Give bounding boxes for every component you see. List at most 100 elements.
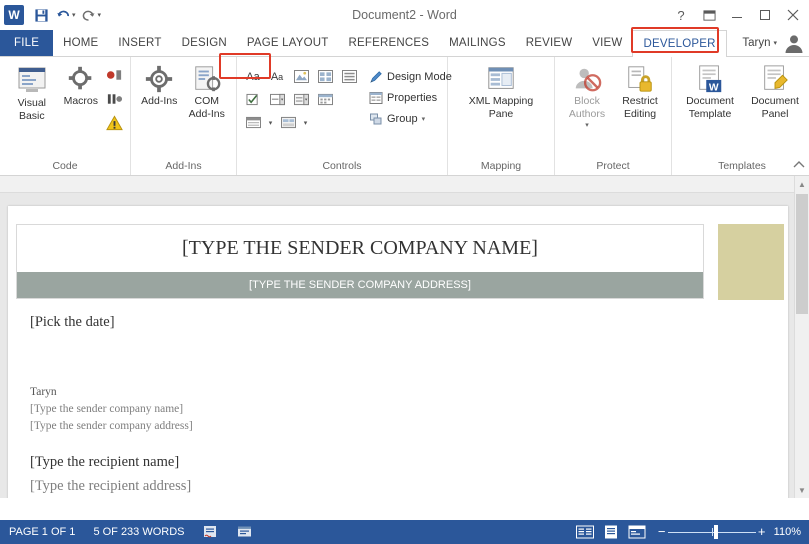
tab-mailings[interactable]: MAILINGS <box>439 30 516 56</box>
group-caret[interactable]: ▾ <box>422 115 426 123</box>
group-label-code: Code <box>52 160 78 172</box>
recipient-address-field[interactable]: [Type the recipient address] <box>30 478 191 495</box>
scroll-thumb[interactable] <box>796 194 808 314</box>
block-authors-button[interactable]: Block Authors ▾ <box>560 62 614 131</box>
combo-box-content-control[interactable] <box>266 89 288 110</box>
sender-address-block[interactable]: Taryn [Type the sender company name] [Ty… <box>30 384 193 435</box>
print-layout-button[interactable] <box>598 520 624 544</box>
rich-text-content-control[interactable]: Aa <box>242 66 264 87</box>
zoom-out-button[interactable]: − <box>656 520 668 544</box>
zoom-level-label[interactable]: 110% <box>774 526 809 538</box>
repeating-section-control[interactable] <box>338 66 360 87</box>
tab-insert[interactable]: INSERT <box>108 30 171 56</box>
group-label-templates: Templates <box>718 160 766 172</box>
plain-text-content-control[interactable]: Aa <box>266 66 288 87</box>
tab-file[interactable]: FILE <box>0 30 54 56</box>
ribbon-display-options-button[interactable] <box>695 2 723 28</box>
word-count-indicator[interactable]: 5 OF 233 WORDS <box>84 520 193 544</box>
document-page[interactable]: [TYPE THE SENDER COMPANY NAME] [TYPE THE… <box>8 206 788 498</box>
add-ins-button[interactable]: Add-Ins <box>136 62 183 107</box>
letterhead-block[interactable]: [TYPE THE SENDER COMPANY NAME] [TYPE THE… <box>16 224 704 299</box>
tab-review[interactable]: REVIEW <box>516 30 583 56</box>
legacy-forms-caret[interactable]: ▾ <box>301 112 310 133</box>
web-layout-icon <box>628 525 646 539</box>
restore-button[interactable] <box>751 2 779 28</box>
block-authors-caret[interactable]: ▾ <box>585 120 589 131</box>
scroll-down-arrow[interactable]: ▼ <box>795 482 809 498</box>
zoom-slider[interactable]: − + <box>656 520 768 544</box>
tab-references[interactable]: REFERENCES <box>339 30 440 56</box>
language-icon <box>237 526 251 537</box>
recipient-name-field[interactable]: [Type the recipient name] <box>30 454 179 471</box>
visual-basic-button[interactable]: Visual Basic <box>5 62 59 122</box>
proofing-errors-button[interactable] <box>194 520 228 544</box>
avatar[interactable] <box>783 32 805 54</box>
record-macro-button[interactable] <box>103 64 125 85</box>
scroll-up-arrow[interactable]: ▲ <box>795 176 809 192</box>
logo-placeholder[interactable] <box>718 224 784 300</box>
vertical-scrollbar[interactable]: ▲ ▼ <box>794 176 809 498</box>
web-layout-button[interactable] <box>624 520 650 544</box>
date-picker-content-control[interactable] <box>314 89 336 110</box>
help-button[interactable]: ? <box>667 2 695 28</box>
picture-content-control[interactable] <box>290 66 312 87</box>
account-dropdown-caret[interactable]: ▾ <box>773 39 777 47</box>
print-layout-icon <box>604 525 617 539</box>
design-mode-button[interactable]: Design Mode <box>366 66 455 87</box>
language-button[interactable] <box>228 520 262 544</box>
legacy-tools-button[interactable] <box>242 112 264 133</box>
tab-view[interactable]: VIEW <box>582 30 632 56</box>
document-template-button[interactable]: W Document Template <box>677 62 743 120</box>
ribbon-tab-bar: FILE HOME INSERT DESIGN PAGE LAYOUT REFE… <box>0 30 809 59</box>
block-authors-label-2: Authors <box>568 108 606 120</box>
zoom-thumb[interactable] <box>713 525 718 539</box>
controls-commands: Design Mode Properties Group ▾ <box>360 66 455 129</box>
close-button[interactable] <box>779 2 807 28</box>
user-icon <box>785 35 803 53</box>
document-template-label-2: Template <box>688 108 732 120</box>
page-indicator[interactable]: PAGE 1 OF 1 <box>0 520 84 544</box>
building-block-gallery-control[interactable] <box>314 66 336 87</box>
macro-security-button[interactable] <box>103 112 125 133</box>
macros-button[interactable]: Macros <box>59 62 103 107</box>
visual-basic-label-2: Basic <box>18 110 45 122</box>
ribbon-group-addins: Add-Ins COM Add-Ins Add-Ins <box>131 57 237 175</box>
tab-home[interactable]: HOME <box>53 30 108 56</box>
checkbox-content-control[interactable] <box>242 89 264 110</box>
group-button[interactable]: Group ▾ <box>366 108 455 129</box>
user-name-label: Taryn <box>742 37 771 49</box>
restrict-editing-button[interactable]: Restrict Editing <box>614 62 666 120</box>
sender-company-address-field[interactable]: [TYPE THE SENDER COMPANY ADDRESS] <box>17 272 703 298</box>
properties-button[interactable]: Properties <box>366 87 455 108</box>
collapse-ribbon-button[interactable] <box>793 159 805 173</box>
legacy-forms-button[interactable] <box>277 112 299 133</box>
picture-icon <box>293 70 309 83</box>
legacy-tools-caret[interactable]: ▾ <box>266 112 275 133</box>
minimize-button[interactable] <box>723 2 751 28</box>
account-area: Taryn ▾ <box>742 30 809 56</box>
document-panel-label-1: Document <box>751 95 799 107</box>
read-mode-button[interactable] <box>572 520 598 544</box>
zoom-in-button[interactable]: + <box>756 520 768 544</box>
drop-down-list-content-control[interactable] <box>290 89 312 110</box>
content-controls-gallery: Aa Aa ▾ ▾ <box>242 66 360 133</box>
date-picker-icon <box>317 93 333 106</box>
tab-developer[interactable]: DEVELOPER <box>632 30 727 59</box>
xml-mapping-pane-button[interactable]: XML Mapping Pane <box>453 62 549 120</box>
sender-company-name-field[interactable]: [TYPE THE SENDER COMPANY NAME] <box>17 225 703 272</box>
document-panel-button[interactable]: Document Panel <box>743 62 807 120</box>
date-picker-field[interactable]: [Pick the date] <box>30 314 115 331</box>
building-block-icon <box>317 70 333 83</box>
minimize-icon <box>732 17 742 18</box>
xml-mapping-icon <box>488 67 514 89</box>
pause-recording-button[interactable] <box>103 88 125 109</box>
tab-design[interactable]: DESIGN <box>172 30 237 56</box>
com-add-ins-button[interactable]: COM Add-Ins <box>183 62 231 120</box>
tab-page-layout[interactable]: PAGE LAYOUT <box>237 30 339 56</box>
legacy-tools-icon <box>245 116 261 129</box>
design-mode-label: Design Mode <box>387 70 452 83</box>
proofing-errors-icon <box>203 526 216 538</box>
macros-icon <box>68 66 92 90</box>
ribbon-options-icon <box>702 9 716 21</box>
sender-address-line: [Type the sender company address] <box>30 420 193 432</box>
